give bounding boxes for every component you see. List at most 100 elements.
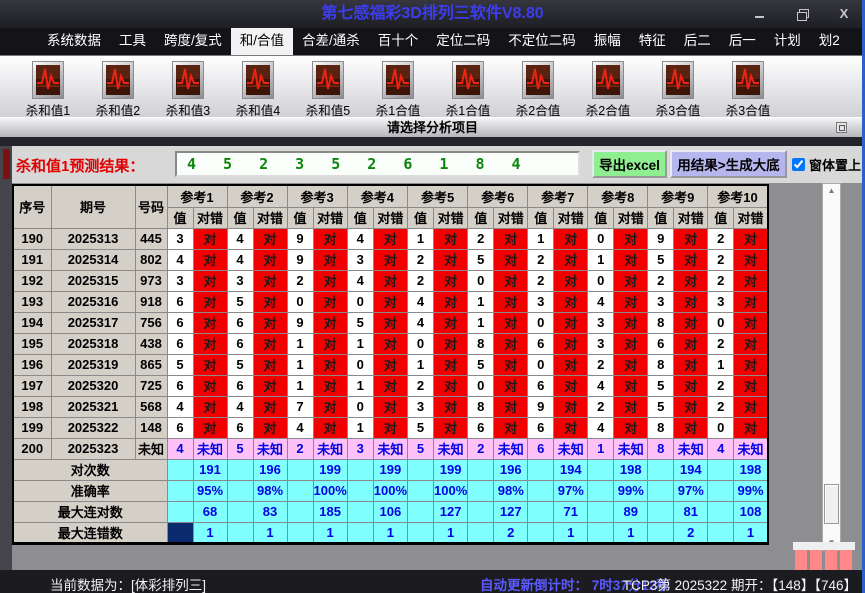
result-cell[interactable]: 对 bbox=[733, 416, 769, 439]
summary-value-cell[interactable]: 196 bbox=[252, 458, 288, 481]
menu-item-10[interactable]: 特征 bbox=[630, 28, 675, 55]
result-cell[interactable]: 对 bbox=[252, 311, 288, 334]
result-cell[interactable]: 对 bbox=[252, 353, 288, 376]
value-cell[interactable]: 4 bbox=[707, 437, 735, 460]
number-cell[interactable]: 148 bbox=[134, 416, 168, 439]
result-cell[interactable]: 未知 bbox=[673, 437, 709, 460]
number-cell[interactable]: 438 bbox=[134, 332, 168, 355]
value-cell[interactable]: 0 bbox=[707, 311, 735, 334]
result-cell[interactable]: 对 bbox=[432, 290, 469, 313]
value-cell[interactable]: 8 bbox=[467, 332, 495, 355]
result-cell[interactable]: 对 bbox=[372, 416, 409, 439]
value-cell[interactable]: 1 bbox=[707, 353, 735, 376]
result-cell[interactable]: 对 bbox=[553, 374, 589, 397]
seq-cell[interactable]: 190 bbox=[12, 227, 52, 250]
summary-value-cell[interactable]: 194 bbox=[673, 458, 709, 481]
value-cell[interactable]: 2 bbox=[467, 437, 495, 460]
value-cell[interactable]: 0 bbox=[527, 353, 555, 376]
value-cell[interactable]: 4 bbox=[346, 269, 374, 292]
summary-spacer-cell[interactable] bbox=[286, 500, 314, 523]
summary-spacer-cell[interactable] bbox=[346, 521, 374, 544]
seq-cell[interactable]: 198 bbox=[12, 395, 52, 418]
result-cell[interactable]: 对 bbox=[252, 290, 288, 313]
result-cell[interactable]: 对 bbox=[252, 227, 288, 250]
summary-value-cell[interactable]: 127 bbox=[493, 500, 529, 523]
value-cell[interactable]: 0 bbox=[707, 416, 735, 439]
result-cell[interactable]: 对 bbox=[432, 269, 469, 292]
value-cell[interactable]: 3 bbox=[226, 269, 254, 292]
result-cell[interactable]: 对 bbox=[192, 269, 228, 292]
summary-spacer-cell[interactable] bbox=[527, 500, 555, 523]
result-cell[interactable]: 对 bbox=[553, 227, 589, 250]
result-cell[interactable]: 对 bbox=[613, 332, 649, 355]
summary-spacer-cell[interactable] bbox=[587, 521, 615, 544]
value-cell[interactable]: 6 bbox=[226, 416, 254, 439]
toolbar-button-6[interactable]: 杀1合值 bbox=[366, 61, 430, 118]
summary-value-cell[interactable]: 196 bbox=[493, 458, 529, 481]
summary-value-cell[interactable]: 2 bbox=[673, 521, 709, 544]
result-cell[interactable]: 对 bbox=[673, 290, 709, 313]
value-cell[interactable]: 8 bbox=[647, 353, 675, 376]
value-cell[interactable]: 2 bbox=[707, 332, 735, 355]
value-cell[interactable]: 5 bbox=[226, 353, 254, 376]
value-cell[interactable]: 6 bbox=[166, 374, 194, 397]
result-cell[interactable]: 对 bbox=[553, 248, 589, 271]
number-cell[interactable]: 725 bbox=[134, 374, 168, 397]
summary-spacer-cell[interactable] bbox=[647, 500, 675, 523]
value-cell[interactable]: 5 bbox=[467, 353, 495, 376]
value-cell[interactable]: 2 bbox=[407, 248, 434, 271]
value-cell[interactable]: 7 bbox=[286, 395, 314, 418]
close-icon[interactable]: X bbox=[837, 7, 851, 21]
value-cell[interactable]: 6 bbox=[166, 290, 194, 313]
summary-spacer-cell[interactable] bbox=[226, 458, 254, 481]
value-cell[interactable]: 2 bbox=[587, 395, 615, 418]
summary-value-cell[interactable]: 199 bbox=[372, 458, 409, 481]
period-cell[interactable]: 2025317 bbox=[50, 311, 136, 334]
summary-spacer-cell[interactable] bbox=[647, 458, 675, 481]
period-cell[interactable]: 2025320 bbox=[50, 374, 136, 397]
result-cell[interactable]: 对 bbox=[493, 311, 529, 334]
period-cell[interactable]: 2025318 bbox=[50, 332, 136, 355]
result-cell[interactable]: 对 bbox=[432, 311, 469, 334]
summary-spacer-cell[interactable] bbox=[286, 479, 314, 502]
result-cell[interactable]: 未知 bbox=[192, 437, 228, 460]
value-cell[interactable]: 2 bbox=[707, 248, 735, 271]
result-cell[interactable]: 对 bbox=[312, 416, 348, 439]
value-cell[interactable]: 5 bbox=[647, 374, 675, 397]
toolbar-button-1[interactable]: 杀和值1 bbox=[16, 61, 80, 118]
toolbar-button-7[interactable]: 杀1合值 bbox=[436, 61, 500, 118]
summary-spacer-cell[interactable] bbox=[166, 521, 194, 544]
result-cell[interactable]: 对 bbox=[312, 395, 348, 418]
summary-value-cell[interactable]: 95% bbox=[192, 479, 228, 502]
summary-spacer-cell[interactable] bbox=[707, 500, 735, 523]
value-cell[interactable]: 5 bbox=[407, 437, 434, 460]
result-cell[interactable]: 对 bbox=[192, 353, 228, 376]
result-cell[interactable]: 未知 bbox=[493, 437, 529, 460]
value-cell[interactable]: 6 bbox=[226, 374, 254, 397]
result-cell[interactable]: 对 bbox=[192, 374, 228, 397]
summary-value-cell[interactable]: 1 bbox=[733, 521, 769, 544]
summary-spacer-cell[interactable] bbox=[407, 479, 434, 502]
toolbar-button-9[interactable]: 杀2合值 bbox=[576, 61, 640, 118]
result-cell[interactable]: 对 bbox=[372, 290, 409, 313]
result-cell[interactable]: 对 bbox=[733, 353, 769, 376]
value-cell[interactable]: 3 bbox=[346, 248, 374, 271]
seq-cell[interactable]: 193 bbox=[12, 290, 52, 313]
seq-cell[interactable]: 192 bbox=[12, 269, 52, 292]
summary-value-cell[interactable]: 1 bbox=[553, 521, 589, 544]
value-cell[interactable]: 1 bbox=[527, 227, 555, 250]
value-cell[interactable]: 2 bbox=[707, 374, 735, 397]
result-cell[interactable]: 未知 bbox=[252, 437, 288, 460]
period-cell[interactable]: 2025319 bbox=[50, 353, 136, 376]
toolbar-button-3[interactable]: 杀和值3 bbox=[156, 61, 220, 118]
value-cell[interactable]: 1 bbox=[407, 227, 434, 250]
value-cell[interactable]: 2 bbox=[647, 269, 675, 292]
summary-spacer-cell[interactable] bbox=[707, 521, 735, 544]
result-cell[interactable]: 未知 bbox=[372, 437, 409, 460]
result-cell[interactable]: 对 bbox=[372, 311, 409, 334]
result-cell[interactable]: 对 bbox=[733, 269, 769, 292]
result-cell[interactable]: 对 bbox=[673, 269, 709, 292]
summary-value-cell[interactable]: 98% bbox=[252, 479, 288, 502]
result-cell[interactable]: 对 bbox=[613, 227, 649, 250]
value-cell[interactable]: 2 bbox=[527, 269, 555, 292]
